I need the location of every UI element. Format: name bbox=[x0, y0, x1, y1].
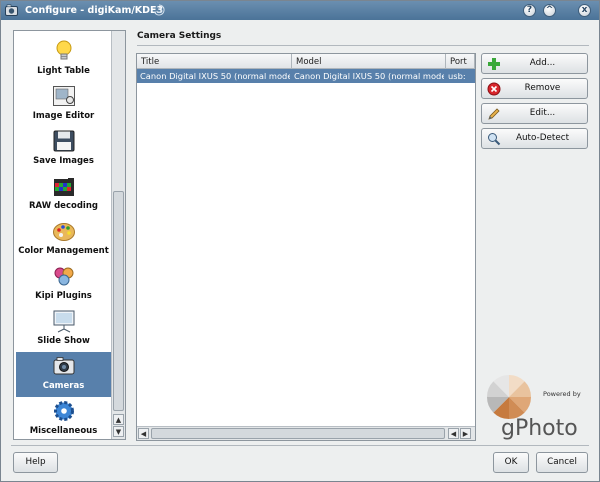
camera-icon bbox=[53, 357, 75, 375]
cell-title: Canon Digital IXUS 50 (normal mode) bbox=[140, 71, 290, 81]
edit-button-label: Edit... bbox=[529, 108, 556, 118]
settings-sidebar: Light Table Image Editor Save Images RAW… bbox=[13, 30, 126, 440]
section-divider bbox=[137, 45, 589, 46]
scroll-left-arrow-icon[interactable]: ◀ bbox=[138, 428, 149, 439]
gear-icon bbox=[54, 401, 74, 421]
cell-model: Canon Digital IXUS 50 (normal mode) bbox=[294, 71, 444, 81]
add-icon bbox=[488, 58, 500, 70]
sidebar-item-miscellaneous[interactable]: Miscellaneous bbox=[16, 397, 111, 439]
sidebar-item-kipi-plugins[interactable]: Kipi Plugins bbox=[16, 262, 111, 307]
help-button[interactable]: Help bbox=[13, 452, 58, 473]
light-bulb-icon bbox=[56, 40, 72, 60]
edit-pencil-icon bbox=[488, 108, 500, 120]
cancel-button[interactable]: Cancel bbox=[536, 452, 588, 473]
gphoto-wordmark: gPhoto bbox=[501, 416, 578, 441]
help-button-label: Help bbox=[25, 457, 46, 467]
edit-camera-button[interactable]: Edit... bbox=[481, 103, 588, 124]
sidebar-item-color-management[interactable]: Color Management bbox=[16, 217, 111, 262]
sidebar-item-image-editor[interactable]: Image Editor bbox=[16, 82, 111, 127]
sidebar-item-label: Light Table bbox=[37, 66, 90, 76]
help-title-button[interactable]: ? bbox=[523, 4, 536, 17]
scroll-down-arrow-icon[interactable]: ▼ bbox=[113, 426, 124, 437]
ok-button[interactable]: OK bbox=[493, 452, 529, 473]
projector-screen-icon bbox=[53, 310, 75, 333]
sidebar-item-label: Miscellaneous bbox=[29, 426, 98, 436]
maximize-title-button[interactable]: ^ bbox=[543, 4, 556, 17]
remove-icon bbox=[487, 82, 501, 96]
sidebar-item-label: Save Images bbox=[33, 156, 94, 166]
raw-file-icon bbox=[54, 175, 74, 196]
sidebar-item-label: Kipi Plugins bbox=[35, 291, 92, 301]
swirl-icon bbox=[154, 4, 165, 16]
image-editor-icon bbox=[53, 86, 75, 106]
cancel-button-label: Cancel bbox=[547, 457, 577, 467]
column-header-title[interactable]: Title bbox=[137, 54, 292, 69]
floppy-disk-icon bbox=[53, 130, 75, 152]
auto-detect-button-label: Auto-Detect bbox=[515, 133, 570, 143]
auto-detect-icon bbox=[488, 133, 501, 146]
ok-button-label: OK bbox=[504, 457, 518, 467]
sidebar-list: Light Table Image Editor Save Images RAW… bbox=[14, 31, 111, 439]
gphoto-logo: Powered by gPhoto bbox=[486, 374, 581, 441]
remove-camera-button[interactable]: Remove bbox=[481, 78, 588, 99]
sidebar-item-light-table[interactable]: Light Table bbox=[16, 37, 111, 82]
scrollbar-thumb[interactable] bbox=[113, 191, 124, 411]
sidebar-item-save-images[interactable]: Save Images bbox=[16, 127, 111, 172]
powered-by-text: Powered by bbox=[543, 390, 581, 398]
sidebar-item-slide-show[interactable]: Slide Show bbox=[16, 307, 111, 352]
sidebar-item-label: Color Management bbox=[18, 246, 109, 256]
window-title: Configure - digiKam/KDE3 bbox=[25, 5, 164, 16]
scroll-up-arrow-icon[interactable]: ▲ bbox=[113, 414, 124, 425]
sidebar-item-cameras[interactable]: Cameras bbox=[16, 352, 111, 397]
column-header-model[interactable]: Model bbox=[292, 54, 446, 69]
camera-list[interactable]: Title Model Port Canon Digital IXUS 50 (… bbox=[136, 53, 476, 441]
sidebar-item-label: RAW decoding bbox=[29, 201, 98, 211]
column-header-port[interactable]: Port bbox=[446, 54, 475, 69]
add-button-label: Add... bbox=[529, 58, 556, 68]
kipi-plugins-icon bbox=[54, 267, 74, 286]
sidebar-item-raw-decoding[interactable]: RAW decoding bbox=[16, 172, 111, 217]
scroll-left-arrow-icon[interactable]: ◀ bbox=[448, 428, 459, 439]
camera-list-horizontal-scrollbar[interactable]: ◀ ◀ ▶ bbox=[137, 426, 475, 440]
close-title-button[interactable]: x bbox=[578, 4, 591, 17]
scrollbar-thumb[interactable] bbox=[151, 428, 445, 439]
scroll-right-arrow-icon[interactable]: ▶ bbox=[460, 428, 471, 439]
sidebar-item-label: Cameras bbox=[42, 381, 85, 391]
auto-detect-button[interactable]: Auto-Detect bbox=[481, 128, 588, 149]
sidebar-item-label: Image Editor bbox=[32, 111, 95, 121]
title-bar[interactable]: Configure - digiKam/KDE3 ? ^ x bbox=[1, 1, 599, 20]
remove-button-label: Remove bbox=[524, 83, 561, 93]
color-palette-icon bbox=[53, 223, 75, 241]
cell-port: usb: bbox=[448, 71, 466, 81]
footer-divider bbox=[11, 445, 589, 446]
section-title: Camera Settings bbox=[137, 31, 222, 41]
sidebar-vertical-scrollbar[interactable]: ▲ ▼ bbox=[111, 31, 125, 439]
digikam-app-icon[interactable] bbox=[5, 4, 18, 17]
configure-dialog: Configure - digiKam/KDE3 ? ^ x Light Tab… bbox=[0, 0, 600, 482]
add-camera-button[interactable]: Add... bbox=[481, 53, 588, 74]
sidebar-item-label: Slide Show bbox=[37, 336, 90, 346]
table-row[interactable]: Canon Digital IXUS 50 (normal mode) Cano… bbox=[137, 69, 475, 83]
